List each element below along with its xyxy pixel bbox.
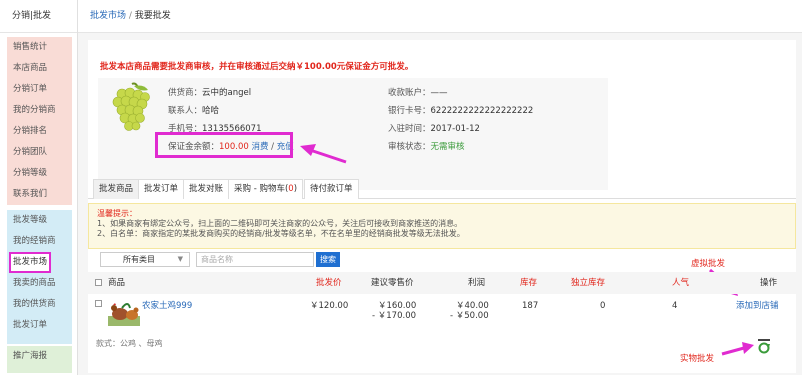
stock-value: 187	[522, 301, 539, 311]
chevron-down-icon: ▼	[177, 255, 183, 263]
sidebar-item-contact-us[interactable]: 联系我们	[7, 184, 72, 205]
sidebar-item-store-goods[interactable]: 本店商品	[7, 58, 72, 79]
retail-price-max: - ￥170.00	[372, 311, 417, 321]
cart-refresh-icon[interactable]	[756, 338, 772, 354]
join-label: 入驻时间：	[388, 124, 431, 134]
supplier-name: 云中的angel	[202, 88, 252, 98]
goods-name-link[interactable]: 农家土鸡999	[142, 301, 192, 312]
tab-wholesale-goods[interactable]: 批发商品	[93, 179, 140, 199]
search-button[interactable]: 搜索	[316, 252, 340, 267]
sidebar-item-promo-poster[interactable]: 推广海报	[7, 346, 72, 367]
audit-value: 无需审核	[430, 142, 465, 152]
account-row: 收款账户：——	[388, 86, 448, 98]
header-goods: 商品	[108, 278, 126, 288]
profit-max: - ￥50.00	[450, 311, 489, 321]
card-label: 银行卡号：	[388, 106, 431, 116]
goods-spec: 款式：公鸡 、母鸡	[96, 339, 163, 348]
header-stock: 库存	[520, 278, 538, 288]
card-value: 6222222222222222222	[430, 106, 534, 116]
tab-wholesale-reconcile[interactable]: 批发对账	[183, 179, 230, 199]
search-input[interactable]: 商品名称	[196, 252, 314, 267]
tips-title: 温馨提示：	[97, 209, 137, 218]
tab-purchase-cart[interactable]: 采购 - 购物车(0)	[228, 179, 304, 199]
supplier-label: 供货商：	[168, 88, 203, 98]
sidebar-item-wholesale-orders[interactable]: 批发订单	[7, 315, 72, 336]
header-action: 操作	[760, 278, 778, 288]
sidebar-item-my-distributors[interactable]: 我的分销商	[7, 100, 72, 121]
tab-purchase-cart-suffix: )	[293, 184, 298, 194]
header-profit: 利润	[468, 278, 486, 288]
header-own-stock: 独立库存	[571, 278, 606, 288]
sidebar-header: 分销|批发	[0, 0, 77, 33]
wholesale-price: ￥120.00	[310, 301, 349, 311]
deposit-highlight-box	[155, 132, 293, 158]
sidebar-item-distribution-ranking[interactable]: 分销排名	[7, 121, 72, 142]
tips-box: 温馨提示： 1、如果商家有绑定公众号，扫上面的二维码即可关注商家的公众号，关注后…	[88, 203, 796, 249]
deposit-notice: 批发本店商品需要批发商审核，并在审核通过后交纳￥100.00元保证金方可批发。	[100, 62, 414, 72]
audit-label: 审核状态：	[388, 142, 431, 152]
main-panel: 批发本店商品需要批发商审核，并在审核通过后交纳￥100.00元保证金方可批发。 …	[88, 40, 796, 373]
popularity-value: 4	[672, 301, 678, 311]
audit-row: 审核状态：无需审核	[388, 140, 465, 152]
sidebar-item-my-suppliers[interactable]: 我的供货商	[7, 294, 72, 315]
physical-wholesale-annotation: 实物批发	[680, 354, 715, 364]
breadcrumb-link-market[interactable]: 批发市场	[90, 11, 126, 21]
sidebar: 分销|批发 销售统计 本店商品 分销订单 我的分销商 分销排名 分销团队 分销等…	[0, 0, 78, 375]
header-wholesale-price: 批发价	[316, 278, 342, 288]
sidebar-item-goods-i-sell[interactable]: 我卖的商品	[7, 273, 72, 294]
header-popularity: 人气	[672, 278, 690, 288]
sidebar-item-sales-stats[interactable]: 销售统计	[7, 37, 72, 58]
own-stock-value: 0	[600, 301, 606, 311]
join-row: 入驻时间：2017-01-12	[388, 122, 480, 134]
category-select[interactable]: 所有类目 ▼	[100, 252, 190, 267]
select-all-checkbox[interactable]	[95, 279, 102, 286]
category-select-value: 所有类目	[123, 255, 155, 264]
sidebar-item-distribution-level[interactable]: 分销等级	[7, 163, 72, 184]
contact-label: 联系人：	[168, 106, 203, 116]
contact-name: 哈哈	[202, 106, 220, 116]
grape-product-image	[112, 82, 150, 131]
tab-wholesale-orders[interactable]: 批发订单	[138, 179, 185, 199]
add-to-store-link[interactable]: 添加到店铺	[736, 301, 779, 312]
sidebar-group-wholesale: 批发等级 我的经销商 批发市场 我卖的商品 我的供货商 批发订单	[7, 210, 72, 344]
sidebar-item-wholesale-market[interactable]: 批发市场	[9, 252, 51, 273]
card-row: 银行卡号：6222222222222222222	[388, 104, 533, 116]
tab-bar: 批发商品 批发订单 批发对账 采购 - 购物车(0) 待付款订单	[88, 179, 796, 199]
sidebar-item-my-dealers[interactable]: 我的经销商	[7, 231, 72, 252]
breadcrumb-current: 我要批发	[134, 11, 171, 21]
sidebar-item-distribution-orders[interactable]: 分销订单	[7, 79, 72, 100]
tab-purchase-cart-label: 采购 - 购物车(	[234, 184, 289, 194]
contact-row: 联系人：哈哈	[168, 104, 219, 116]
tips-line-2: 2、白名单：商家指定的某批发商购买的经销商/批发等级名单，不在名单里的经销商批发…	[97, 229, 465, 238]
join-value: 2017-01-12	[430, 124, 480, 134]
sidebar-group-distribution: 销售统计 本店商品 分销订单 我的分销商 分销排名 分销团队 分销等级 联系我们	[7, 37, 72, 205]
table-header: 商品 批发价 建议零售价 利润 库存 独立库存 人气 操作	[88, 272, 796, 294]
tab-pending-payment[interactable]: 待付款订单	[304, 179, 359, 199]
tips-line-1: 1、如果商家有绑定公众号，扫上面的二维码即可关注商家的公众号，关注后可接收到商家…	[97, 219, 463, 228]
account-label: 收款账户：	[388, 88, 431, 98]
sidebar-item-wholesale-level[interactable]: 批发等级	[7, 210, 72, 231]
breadcrumb: 批发市场 / 我要批发	[78, 0, 802, 33]
chicken-product-image	[108, 303, 140, 326]
supplier-row: 供货商：云中的angel	[168, 86, 251, 98]
breadcrumb-separator: /	[126, 11, 135, 21]
arrow-icon	[721, 342, 754, 356]
row-checkbox[interactable]	[95, 300, 102, 307]
sidebar-item-distribution-team[interactable]: 分销团队	[7, 142, 72, 163]
header-retail-price: 建议零售价	[371, 278, 414, 288]
sidebar-group-promotion: 推广海报	[7, 346, 72, 373]
arrow-icon	[300, 144, 347, 164]
account-value: ——	[430, 88, 448, 98]
